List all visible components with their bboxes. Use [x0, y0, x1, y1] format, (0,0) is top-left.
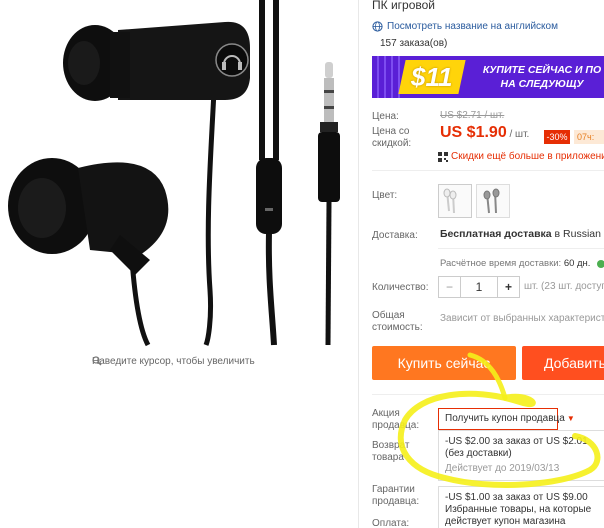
coupon2-line3: действует купон магазина: [445, 516, 566, 527]
coupon-card[interactable]: -US $2.00 за заказ от US $2.01 (без дост…: [438, 430, 604, 481]
return-label: Возврат товара: [372, 440, 410, 464]
price-current: US $1.90 / шт.: [440, 124, 529, 142]
guarantee-label-2: продавца:: [372, 496, 420, 507]
black-earphones-thumb: [483, 188, 500, 214]
guarantee-label-1: Гарантии: [372, 484, 415, 495]
caret-down-icon: ▼: [566, 414, 575, 423]
translate-link-text: Посмотреть название на английском: [387, 21, 558, 32]
price-label: Цена:: [372, 111, 399, 122]
delivery-status-dot: [597, 260, 604, 268]
price-current-value: US $1.90: [440, 124, 507, 141]
color-label: Цвет:: [372, 190, 398, 201]
white-earphones-thumb: [443, 188, 457, 214]
total-label-1: Общая: [372, 310, 405, 321]
add-to-cart-button[interactable]: Добавить: [522, 346, 604, 380]
shipping-destination: в Russian Fed: [554, 228, 604, 240]
seller-promo-label-1: Акция: [372, 408, 400, 419]
magnifier-icon: [92, 356, 102, 366]
shipping-free-text: Бесплатная доставка: [440, 228, 552, 240]
app-discount-text: Скидки ещё больше в приложени: [451, 151, 604, 162]
total-label-2: стоимость:: [372, 322, 423, 333]
banner-cta-line1: КУПИТЕ СЕЙЧАС И ПО: [482, 64, 602, 76]
price-unit: / шт.: [506, 129, 530, 140]
coupon2-line2: Избранные товары, на которые: [445, 504, 592, 515]
coupon1-line2: (без доставки): [445, 448, 512, 459]
shipping-label: Доставка:: [372, 230, 418, 241]
price-original: US $2.71 / шт.: [440, 110, 505, 121]
orders-count: 157 заказа(ов): [380, 38, 448, 49]
guarantee-label: Гарантии продавца:: [372, 484, 419, 508]
quantity-stepper[interactable]: − 1 +: [438, 276, 520, 298]
divider: [372, 170, 604, 171]
globe-icon: [372, 21, 383, 32]
total-label: Общая стоимость:: [372, 310, 423, 334]
get-seller-coupon-button[interactable]: Получить купон продавца ▼: [438, 408, 575, 430]
delivery-estimate: Расчётное время доставки: 60 дн.: [440, 258, 590, 269]
quantity-increase-button[interactable]: +: [497, 277, 519, 297]
coupon1-line1: -US $2.00 за заказ от US $2.01: [445, 436, 588, 447]
coupon2-line1: -US $1.00 за заказ от US $9.00: [445, 492, 588, 503]
zoom-hint: Наведите курсор, чтобы увеличить: [92, 356, 255, 367]
coupon1-valid: Действует до 2019/03/13: [445, 463, 560, 474]
payment-label: Оплата:: [372, 518, 410, 528]
divider: [438, 248, 604, 249]
banner-amount: $11: [398, 60, 466, 94]
translate-title-link[interactable]: Посмотреть название на английском: [372, 21, 558, 32]
discount-badge: -30%: [544, 130, 570, 144]
discount-price-label-2: скидкой:: [372, 138, 412, 149]
return-label-2: товара: [372, 452, 404, 463]
banner-cta: КУПИТЕ СЕЙЧАС И ПО НА СЛЕДУЮЩУ: [472, 63, 604, 91]
delivery-time-value: 60 дн.: [563, 258, 591, 269]
discount-price-label: Цена со скидкой:: [372, 126, 411, 150]
app-discount-link[interactable]: Скидки ещё больше в приложени: [438, 151, 604, 162]
return-label-1: Возврат: [372, 440, 410, 451]
discount-price-label-1: Цена со: [372, 126, 410, 137]
color-swatch-white[interactable]: [438, 184, 472, 218]
coupon-card[interactable]: -US $1.00 за заказ от US $9.00 Избранные…: [438, 486, 604, 528]
banner-cta-line2: НА СЛЕДУЮЩУ: [500, 78, 584, 90]
delivery-time-label: Расчётное время доставки:: [440, 258, 564, 269]
earphones-product-image[interactable]: [0, 0, 358, 380]
quantity-input[interactable]: 1: [461, 277, 497, 297]
banner-stripes: [372, 56, 400, 98]
seller-promo-label-2: продавца:: [372, 420, 420, 431]
product-title: ПК игровой: [372, 0, 435, 12]
countdown-timer: 07ч:: [574, 130, 604, 144]
quantity-decrease-button[interactable]: −: [439, 277, 461, 297]
seller-promo-label: Акция продавца:: [372, 408, 419, 432]
qr-code-icon: [438, 151, 448, 162]
product-image-area[interactable]: Наведите курсор, чтобы увеличить: [0, 0, 358, 528]
divider: [372, 394, 604, 395]
shipping-option[interactable]: Бесплатная доставка в Russian Fed: [440, 228, 604, 240]
total-note: Зависит от выбранных характерист: [440, 313, 604, 324]
zoom-hint-text: Наведите курсор, чтобы увеличить: [92, 356, 255, 367]
pane-divider: [358, 0, 359, 528]
color-swatch-black[interactable]: [476, 184, 510, 218]
buy-now-button[interactable]: Купить сейчас: [372, 346, 516, 380]
coupon-button-text: Получить купон продавца: [445, 413, 565, 424]
promo-banner[interactable]: $11 КУПИТЕ СЕЙЧАС И ПО НА СЛЕДУЮЩУ: [372, 56, 604, 98]
product-info-pane: ПК игровой Посмотреть название на англий…: [372, 0, 604, 528]
quantity-available: шт. (23 шт. доступно: [524, 281, 604, 292]
quantity-label: Количество:: [372, 282, 429, 293]
